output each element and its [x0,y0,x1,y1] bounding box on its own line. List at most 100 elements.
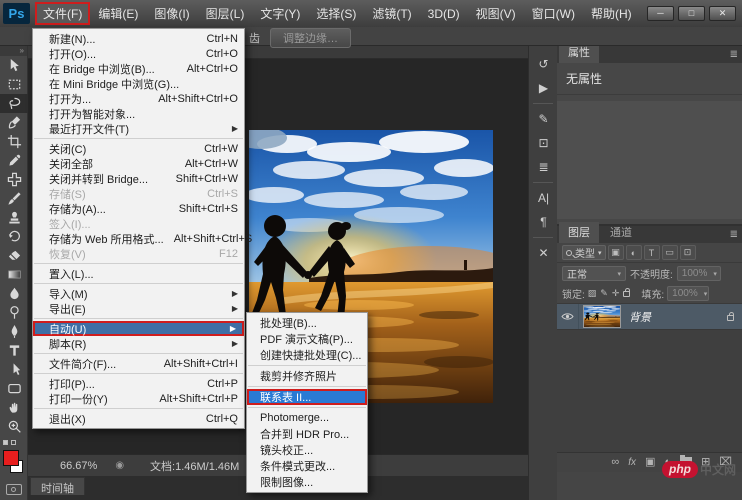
tool-presets-panel-icon[interactable]: ✕ [529,241,558,265]
panel-menu-icon[interactable]: ≣ [730,49,738,60]
menu-item[interactable]: 创建快捷批处理(C)... [247,347,367,363]
menu-item[interactable]: 在 Bridge 中浏览(B)... Alt+Ctrl+O [33,61,244,76]
menubar-item-1[interactable]: 文件(F) [35,2,91,25]
layer-style-icon[interactable]: fx [628,457,636,468]
timeline-tab[interactable]: 时间轴 [30,477,85,495]
menu-item[interactable]: 最近打开文件(T) ▶ [33,121,244,136]
crop-tool[interactable] [0,132,28,151]
foreground-color-swatch[interactable] [3,450,19,466]
menubar-item-10[interactable]: 窗口(W) [524,2,583,25]
zoom-level-field[interactable]: 66.67% [60,460,97,472]
pen-tool[interactable] [0,322,28,341]
menu-item[interactable]: 恢复(V) F12 [33,246,244,261]
link-layers-icon[interactable]: ∞ [611,457,619,468]
menubar-item-3[interactable]: 图像(I) [146,2,197,25]
shape-tool[interactable] [0,379,28,398]
minimize-button[interactable]: ─ [647,6,674,21]
menu-item[interactable]: 存储为 Web 所用格式... Alt+Shift+Ctrl+S [33,231,252,246]
layer-thumbnail[interactable] [583,305,621,328]
layer-name[interactable]: 背景 [629,309,651,325]
lock-transparency-icon[interactable]: ▨ [588,288,597,299]
menu-item[interactable]: 联系表 II... [247,389,367,405]
menu-item[interactable]: 文件简介(F)... Alt+Shift+Ctrl+I [33,356,244,371]
lock-paint-icon[interactable]: ✎ [600,288,608,299]
eraser-tool[interactable] [0,246,28,265]
paragraph-panel-icon[interactable]: ¶ [529,210,558,234]
menubar-item-6[interactable]: 选择(S) [308,2,364,25]
filter-shape-icon[interactable]: ▭ [661,245,678,260]
layer-filter-kind-select[interactable]: 类型 ▾ [562,245,606,260]
eyedropper-tool[interactable] [0,151,28,170]
clone-stamp-tool[interactable] [0,208,28,227]
opacity-select[interactable]: 100% ▾ [676,266,721,281]
quick-selection-tool[interactable] [0,113,28,132]
menu-item[interactable]: 存储(S) Ctrl+S [33,186,244,201]
menubar-item-5[interactable]: 文字(Y) [252,2,308,25]
filter-smartobject-icon[interactable]: ⊡ [679,245,696,260]
filter-image-icon[interactable]: ▣ [607,245,624,260]
lock-all-icon[interactable] [623,288,631,299]
menu-item[interactable]: 打开为智能对象... [33,106,244,121]
menu-item[interactable]: 限制图像... [247,474,367,490]
menu-item[interactable]: 脚本(R) ▶ [33,336,244,351]
menu-item[interactable]: 合并到 HDR Pro... [247,426,367,442]
menu-item[interactable]: 关闭(C) Ctrl+W [33,141,244,156]
menu-item[interactable]: 签入(I)... [33,216,244,231]
tab-layers[interactable]: 图层 [559,222,599,243]
gradient-tool[interactable] [0,265,28,284]
actions-panel-icon[interactable]: ▶ [529,76,558,100]
layer-mask-icon[interactable]: ▣ [645,457,655,468]
close-button[interactable]: ✕ [709,6,736,21]
type-tool[interactable] [0,341,28,360]
healing-brush-tool[interactable] [0,170,28,189]
menubar-item-9[interactable]: 视图(V) [468,2,524,25]
dodge-tool[interactable] [0,303,28,322]
menubar-item-8[interactable]: 3D(D) [420,4,468,24]
clone-source-panel-icon[interactable]: ⊡ [529,131,558,155]
menu-item[interactable]: 置入(L)... [33,266,244,281]
menu-item[interactable]: 镜头校正... [247,442,367,458]
menu-item[interactable]: Photomerge... [247,410,367,426]
fill-select[interactable]: 100% ▾ [667,286,710,301]
menu-item[interactable]: 导出(E) ▶ [33,301,244,316]
brush-tool[interactable] [0,189,28,208]
menu-item[interactable]: 导入(M) ▶ [33,286,244,301]
menubar-item-2[interactable]: 编辑(E) [90,2,146,25]
panel-menu-icon[interactable]: ≣ [730,229,738,240]
menu-item[interactable]: 条件模式更改... [247,458,367,474]
tab-channels[interactable]: 通道 [601,222,641,243]
menu-item[interactable]: 退出(X) Ctrl+Q [33,411,244,426]
menu-item[interactable]: 批处理(B)... [247,315,367,331]
layer-comps-panel-icon[interactable]: ≣ [529,155,558,179]
default-swap-colors-icon[interactable] [0,436,27,448]
menu-item[interactable]: 打开为... Alt+Shift+Ctrl+O [33,91,244,106]
quick-mask-icon[interactable] [5,484,22,495]
menu-item[interactable]: 存储为(A)... Shift+Ctrl+S [33,201,244,216]
menu-item[interactable]: PDF 演示文稿(P)... [247,331,367,347]
smudge-tool[interactable] [0,284,28,303]
move-tool[interactable] [0,56,28,75]
layer-row-background[interactable]: 背景 [557,303,742,330]
refine-edge-button[interactable]: 调整边缘… [270,28,351,48]
brush-panel-icon[interactable]: ✎ [529,107,558,131]
path-selection-tool[interactable] [0,360,28,379]
lock-position-icon[interactable]: ✛ [612,288,620,299]
menu-item[interactable]: 裁剪并修齐照片 [247,368,367,384]
lasso-tool[interactable] [0,94,28,113]
menubar-item-11[interactable]: 帮助(H) [583,2,640,25]
maximize-button[interactable]: □ [678,6,705,21]
menu-item[interactable]: 自动(U) ▶ [33,321,244,336]
menubar-item-7[interactable]: 滤镜(T) [364,2,419,25]
menu-item[interactable]: 在 Mini Bridge 中浏览(G)... [33,76,244,91]
filter-type-icon[interactable]: T [643,245,660,260]
marquee-tool[interactable] [0,75,28,94]
menu-item[interactable]: 打开(O)... Ctrl+O [33,46,244,61]
character-panel-icon[interactable]: A| [529,186,558,210]
menu-item[interactable]: 打印(P)... Ctrl+P [33,376,244,391]
blend-mode-select[interactable]: 正常 ▾ [562,266,626,281]
menu-item[interactable]: 关闭全部 Alt+Ctrl+W [33,156,244,171]
menu-item[interactable]: 打印一份(Y) Alt+Shift+Ctrl+P [33,391,244,406]
history-panel-icon[interactable]: ↺ [529,52,558,76]
history-brush-tool[interactable] [0,227,28,246]
filter-adjustment-icon[interactable]: ◐ [625,245,642,260]
